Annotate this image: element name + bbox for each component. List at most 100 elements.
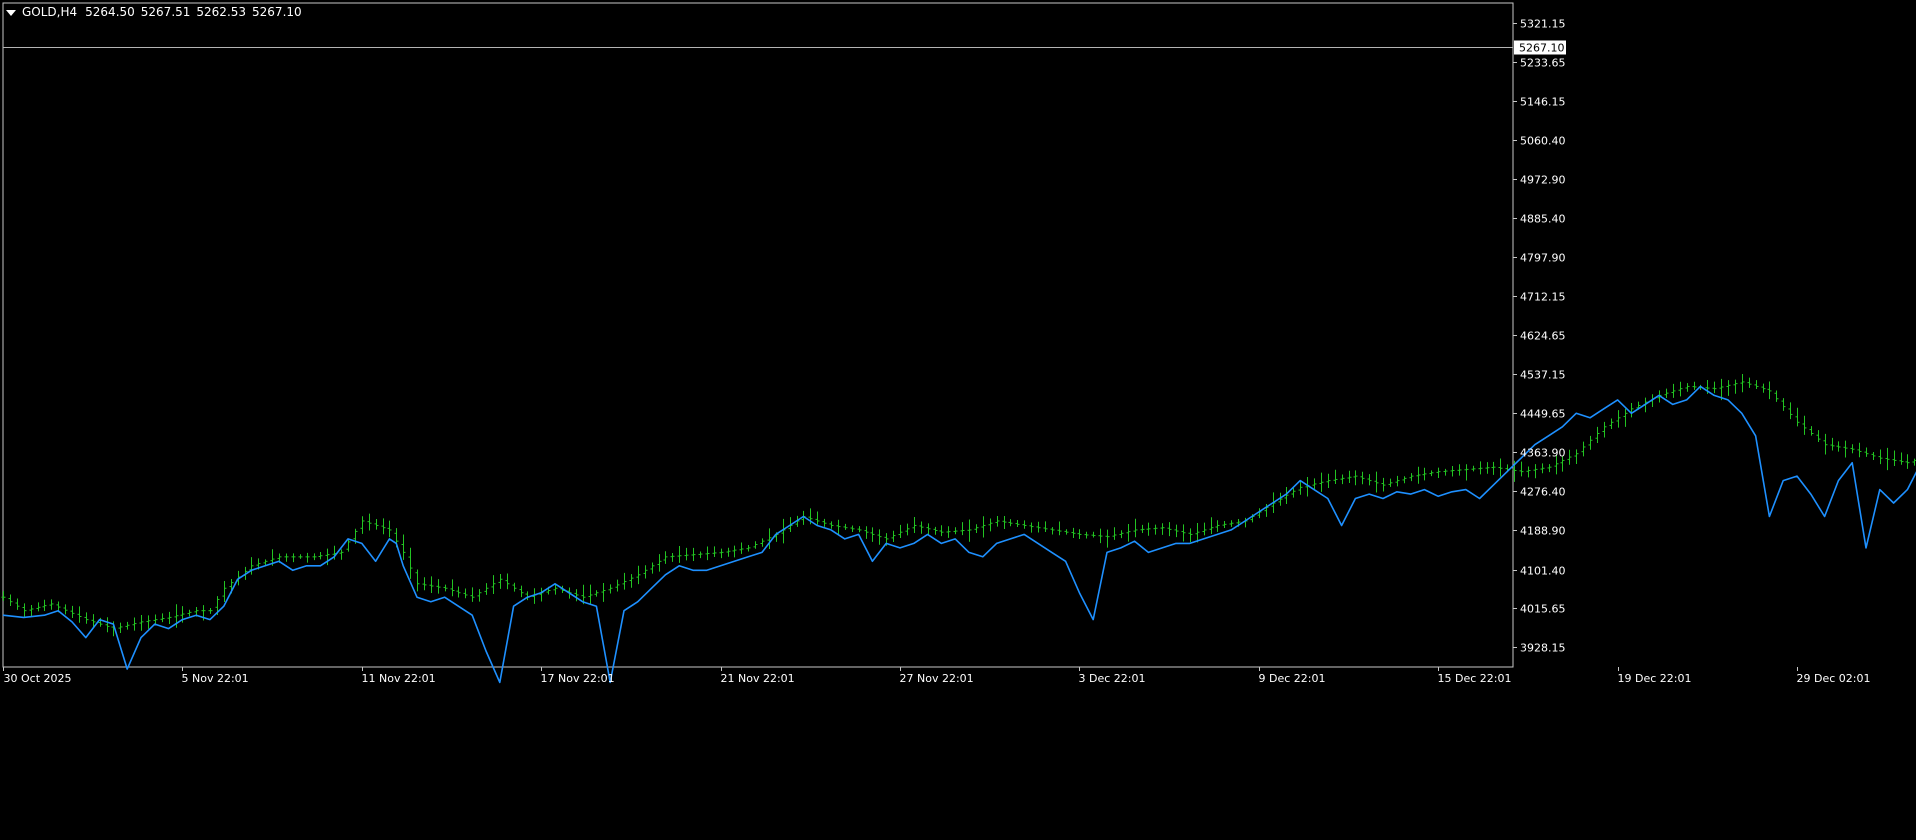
y-tick-label: 3928.15 [1520,642,1566,655]
ohlc-bar [1340,474,1345,485]
ohlc-bar [1733,379,1738,394]
x-tick-label: 9 Dec 22:01 [1259,672,1326,685]
ohlc-bar [615,579,620,592]
ohlc-bar [1609,418,1614,430]
ohlc-bar [222,580,227,602]
ohlc-bar [981,516,986,538]
ohlc-bar [1008,519,1013,527]
ohlc-bar [1823,433,1828,455]
ohlc-bar [1084,531,1089,539]
ohlc-bar [284,553,289,562]
ohlc-bar [960,522,965,536]
ohlc-bar [1450,466,1455,477]
ohlc-bar [705,546,710,561]
ohlc-bar [1885,447,1890,471]
y-tick-label: 5233.65 [1520,57,1566,70]
ohlc-bar [1050,527,1055,535]
ohlc-bar [387,520,392,538]
open-price: 5264.50 [85,5,135,19]
y-tick-label: 4972.90 [1520,174,1566,187]
ohlc-bar [1547,464,1552,473]
ohlc-bar [519,585,524,598]
ohlc-bar [187,609,192,617]
chart-frame [2,2,1514,668]
ohlc-bar [1857,442,1862,458]
ohlc-bar [84,612,89,624]
ohlc-bar [939,525,944,537]
ohlc-bar [1588,435,1593,450]
ohlc-bar [167,611,172,625]
ohlc-bar [953,527,958,535]
ohlc-bar [1712,381,1717,394]
ohlc-bar [1567,449,1572,465]
ohlc-bar [988,518,993,532]
ohlc-bar [1181,524,1186,542]
price-chart[interactable]: 5267.10 5321.15 5233.65 5146.15 5060.40 4972… [0,0,1916,840]
y-tick-label: 5321.15 [1520,18,1566,31]
ohlc-bar [1892,450,1897,466]
ohlc-bar [208,608,213,614]
close-price: 5267.10 [252,5,302,19]
ohlc-bar [1112,527,1117,540]
ohlc-bar [712,546,717,558]
symbol-label: GOLD,H4 [22,5,78,19]
ohlc-bar [657,554,662,572]
ohlc-bar [912,516,917,534]
ohlc-bar [470,587,475,602]
ohlc-bar [1319,472,1324,492]
x-tick-label: 21 Nov 22:01 [721,672,795,685]
ohlc-bar [1905,454,1910,469]
y-tick-label: 4712.15 [1520,291,1566,304]
ohlc-bar [746,544,751,552]
ohlc-bar [1367,474,1372,486]
ohlc-bar [1678,381,1683,397]
ohlc-bar [1664,388,1669,399]
ohlc-bar [1395,475,1400,487]
ohlc-bar [719,548,724,559]
y-tick-label: 4797.90 [1520,252,1566,265]
ohlc-bar [305,552,310,563]
y-tick-label: 5146.15 [1520,96,1566,109]
ohlc-bar [905,523,910,536]
ohlc-bar [767,528,772,549]
ohlc-bar [967,519,972,542]
ohlc-bar [146,615,151,629]
ohlc-bar [367,513,372,531]
ohlc-bar [1519,461,1524,477]
triangle-down-icon[interactable] [6,9,16,16]
ohlc-bar [877,529,882,545]
ohlc-bar [1036,521,1041,533]
ohlc-bar [346,539,351,552]
ohlc-bar [1222,521,1227,529]
ohlc-bar [760,538,765,547]
ohlc-bar [1747,377,1752,388]
ohlc-bar [891,530,896,542]
ohlc-bar [663,551,668,564]
ohlc-bar [1871,451,1876,461]
ohlc-bar [726,547,731,557]
ohlc-bar [360,516,365,534]
y-tick-label: 4363.90 [1520,447,1566,460]
ohlc-bar [1146,522,1151,536]
ohlc-bar [415,569,420,592]
ohlc-bar [1899,452,1904,465]
ohlc-bar [539,587,544,602]
ohlc-bar [670,552,675,562]
ohlc-bar [318,552,323,560]
ohlc-bar [1836,441,1841,452]
ohlc-bar [463,588,468,599]
ohlc-bar [505,573,510,590]
x-tick-label: 5 Nov 22:01 [182,672,249,685]
ohlc-bar [1064,529,1069,535]
chart-window[interactable]: 5267.10 5321.15 5233.65 5146.15 5060.40 4972… [0,0,1916,840]
ohlc-bar [870,527,875,542]
ohlc-bar [822,518,827,527]
ohlc-bar [339,549,344,560]
ohlc-bar [1616,410,1621,428]
ohlc-bar [1126,524,1131,542]
x-tick-label: 30 Oct 2025 [4,672,72,685]
y-tick-label: 4188.90 [1520,525,1566,538]
ohlc-bar [732,545,737,558]
ohlc-bar [629,574,634,588]
ohlc-bar [1478,461,1483,475]
